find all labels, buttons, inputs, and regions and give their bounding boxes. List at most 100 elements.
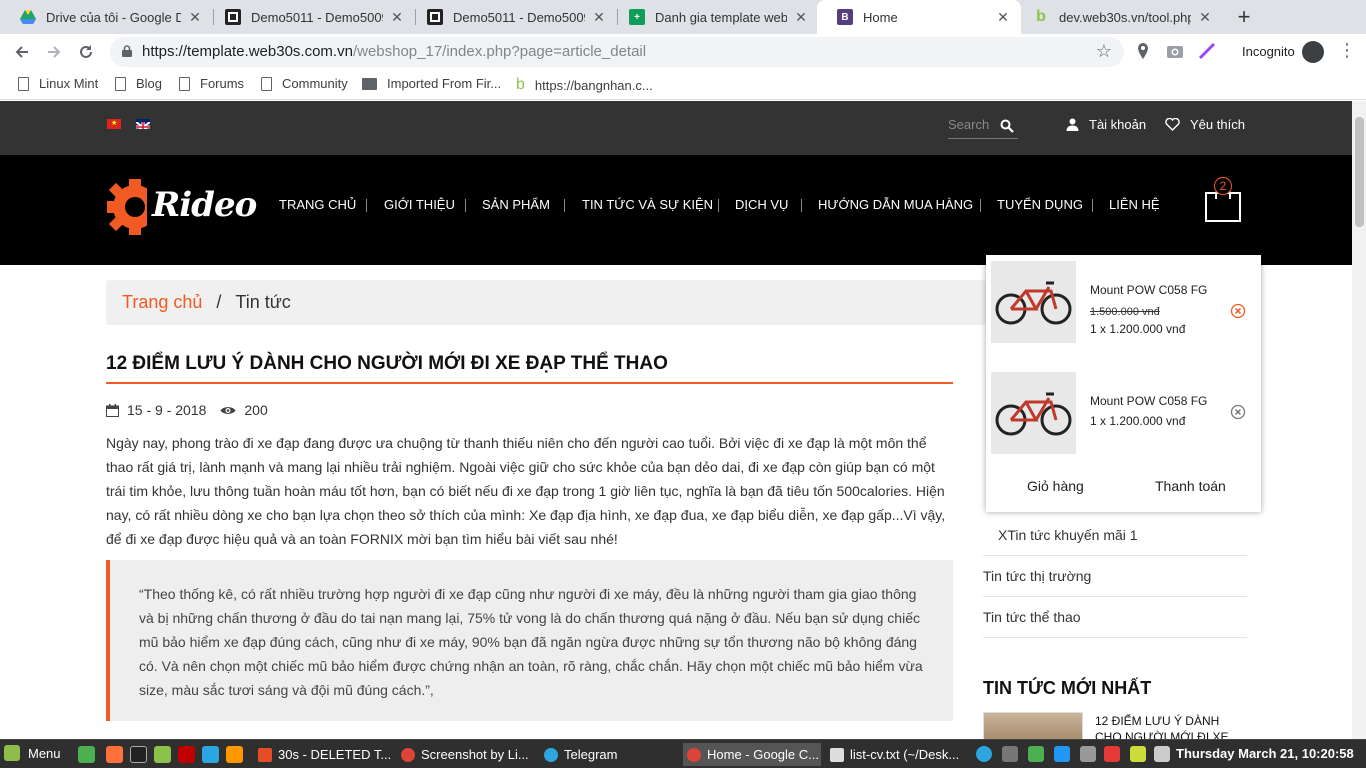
- search-icon[interactable]: [1000, 119, 1014, 133]
- bicycle-thumbnail[interactable]: [991, 372, 1076, 454]
- latest-news-heading: TIN TỨC MỚI NHẤT: [983, 678, 1152, 698]
- reload-button[interactable]: [74, 40, 98, 64]
- remove-item-icon[interactable]: [1230, 303, 1246, 319]
- bookmark-blog[interactable]: Blog: [115, 76, 162, 91]
- taskbar-task[interactable]: 30s - DELETED T...: [254, 743, 392, 766]
- menu-label: Menu: [28, 745, 61, 761]
- bookmark-forums[interactable]: Forums: [179, 76, 244, 91]
- nav-contact[interactable]: LIÊN HỆ: [1109, 197, 1160, 212]
- bookmark-star-icon[interactable]: ☆: [1096, 41, 1112, 62]
- bookmark-folder-imported[interactable]: Imported From Fir...: [362, 76, 501, 91]
- start-menu-button[interactable]: Menu: [4, 745, 61, 761]
- scrollbar-thumb[interactable]: [1355, 117, 1364, 227]
- close-icon[interactable]: ✕: [187, 9, 203, 26]
- terminal-icon[interactable]: [130, 746, 147, 763]
- uk-flag-icon[interactable]: [136, 119, 150, 129]
- taskbar-task[interactable]: list-cv.txt (~/Desk...: [826, 743, 964, 766]
- site-logo[interactable]: Rideo: [105, 177, 257, 237]
- address-bar[interactable]: https://template.web30s.com.vn/webshop_1…: [110, 37, 1124, 67]
- browser-tab-drive[interactable]: Drive của tôi - Google Dr ✕: [0, 0, 213, 34]
- keyboard-tray-icon[interactable]: [1002, 746, 1018, 762]
- bookmark-bangnhan[interactable]: b https://bangnhan.c...: [516, 76, 653, 94]
- sidebar-category-promo[interactable]: XTin tức khuyến mãi 1: [998, 527, 1138, 543]
- latest-news-thumbnail[interactable]: [983, 712, 1083, 739]
- breadcrumb-current: Tin tức: [235, 292, 291, 312]
- taskbar-task[interactable]: Screenshot by Li...: [397, 743, 535, 766]
- cart-item: Mount POW C058 FG 1.500.000 vnđ 1 x 1.20…: [991, 261, 1256, 343]
- anydesk-icon[interactable]: [1104, 746, 1120, 762]
- cart-item-name[interactable]: Mount POW C058 FG: [1090, 283, 1207, 297]
- breadcrumb-separator: /: [216, 292, 222, 312]
- browser-tab-trello-1[interactable]: Demo5011 - Demo5009 ✕: [205, 0, 415, 34]
- nav-services[interactable]: DỊCH VỤ: [735, 197, 788, 212]
- pen-extension-icon[interactable]: [1198, 42, 1216, 60]
- pen-tray-icon[interactable]: [1080, 746, 1096, 762]
- telegram-tray-icon[interactable]: [976, 746, 992, 762]
- close-icon[interactable]: ✕: [1197, 9, 1213, 26]
- bookmark-linux-mint[interactable]: Linux Mint: [18, 76, 98, 91]
- sidebar-category-market[interactable]: Tin tức thị trường: [983, 568, 1091, 584]
- network-icon[interactable]: [1154, 746, 1170, 762]
- bluetooth-icon[interactable]: [1054, 746, 1070, 762]
- text-file-icon: [830, 747, 844, 762]
- browser-tab-sheets[interactable]: + Danh gia template webs ✕: [609, 0, 819, 34]
- view-cart-link[interactable]: Giỏ hàng: [1027, 478, 1084, 494]
- remove-item-icon[interactable]: [1230, 404, 1246, 420]
- filezilla-icon[interactable]: [178, 746, 195, 763]
- bicycle-thumbnail[interactable]: [991, 261, 1076, 343]
- account-label: Tài khoản: [1089, 117, 1147, 132]
- taskbar-task-active[interactable]: Home - Google C...: [683, 743, 821, 766]
- nav-about[interactable]: GIỚI THIỆU: [384, 197, 455, 212]
- close-icon[interactable]: ✕: [591, 9, 607, 26]
- browser-tab-home[interactable]: B Home ✕: [817, 0, 1021, 34]
- forward-button[interactable]: [42, 40, 66, 64]
- telegram-icon[interactable]: [202, 746, 219, 763]
- nav-shopping-guide[interactable]: HƯỚNG DẪN MUA HÀNG: [818, 197, 973, 212]
- vpn-icon[interactable]: [1130, 746, 1146, 762]
- nav-products[interactable]: SẢN PHẨM: [482, 197, 550, 212]
- wishlist-link[interactable]: Yêu thích: [1165, 117, 1245, 132]
- bootstrap-icon: B: [837, 9, 853, 25]
- account-link[interactable]: Tài khoản: [1066, 117, 1146, 132]
- site-header: Rideo TRANG CHỦ GIỚI THIỆU SẢN PHẨM TIN …: [0, 155, 1352, 265]
- tab-title: Demo5011 - Demo5009: [251, 9, 383, 25]
- files-icon[interactable]: [154, 746, 171, 763]
- close-icon[interactable]: ✕: [995, 9, 1011, 26]
- show-desktop-icon[interactable]: [78, 746, 95, 763]
- close-icon[interactable]: ✕: [389, 9, 405, 26]
- browser-tab-web30s[interactable]: b dev.web30s.vn/tool.php ✕: [1013, 0, 1223, 34]
- user-icon: [1066, 118, 1079, 131]
- url-text: https://template.web30s.com.vn/webshop_1…: [142, 43, 646, 60]
- page-scrollbar[interactable]: [1352, 101, 1366, 739]
- page-icon: [179, 76, 190, 91]
- page-viewport: Search Tài khoản Yêu thích: [0, 101, 1366, 739]
- sidebar-category-sports[interactable]: Tin tức thể thao: [983, 609, 1081, 625]
- sublime-icon[interactable]: [226, 746, 243, 763]
- firefox-icon[interactable]: [106, 746, 123, 763]
- cart-button[interactable]: 2: [1204, 177, 1242, 223]
- site-search-input[interactable]: Search: [948, 115, 1018, 139]
- bookmark-community[interactable]: Community: [261, 76, 348, 91]
- nav-home[interactable]: TRANG CHỦ: [279, 197, 356, 212]
- nav-news-events[interactable]: TIN TỨC VÀ SỰ KIỆN: [582, 197, 713, 212]
- breadcrumb-home-link[interactable]: Trang chủ: [122, 292, 202, 313]
- checkout-link[interactable]: Thanh toán: [1155, 478, 1226, 494]
- page-icon: [261, 76, 272, 91]
- vietnam-flag-icon[interactable]: [107, 119, 121, 129]
- latest-news-title[interactable]: 12 ĐIỂM LƯU Ý DÀNH CHO NGƯỜI MỚI ĐI XE Đ…: [1095, 713, 1245, 739]
- location-icon[interactable]: [1134, 42, 1152, 60]
- browser-tab-trello-2[interactable]: Demo5011 - Demo5009 ✕: [407, 0, 617, 34]
- close-icon[interactable]: ✕: [793, 9, 809, 26]
- camera-icon[interactable]: [1166, 42, 1184, 60]
- tab-title: Demo5011 - Demo5009: [453, 9, 585, 25]
- taskbar-task[interactable]: Telegram: [540, 743, 678, 766]
- new-tab-button[interactable]: +: [1234, 4, 1254, 30]
- incognito-icon[interactable]: [1302, 41, 1324, 63]
- browser-menu-icon[interactable]: ⋮: [1338, 40, 1356, 61]
- cart-item-name[interactable]: Mount POW C058 FG: [1090, 394, 1207, 408]
- back-button[interactable]: [10, 40, 34, 64]
- shield-icon[interactable]: [1028, 746, 1044, 762]
- article-views: 200: [244, 402, 268, 418]
- nav-careers[interactable]: TUYỂN DỤNG: [997, 197, 1083, 212]
- web30s-icon: b: [516, 76, 525, 93]
